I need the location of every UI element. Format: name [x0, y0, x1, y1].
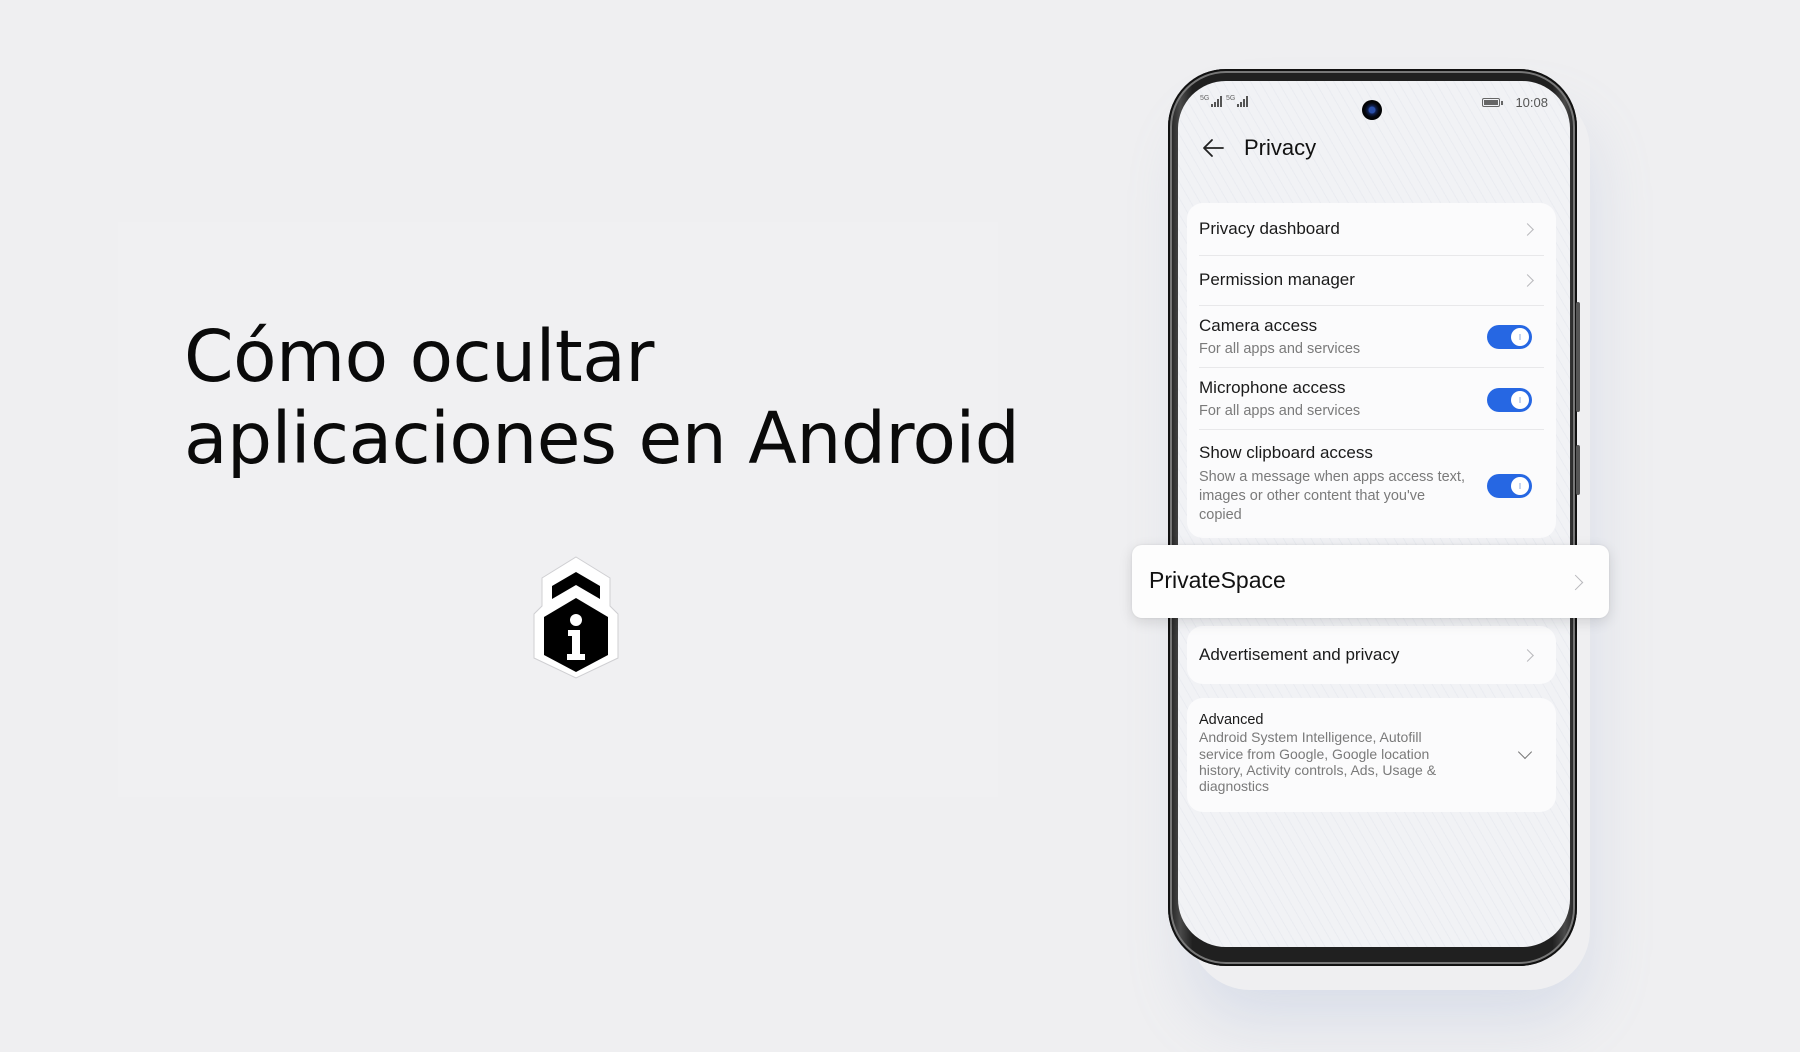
chevron-right-icon [1521, 223, 1534, 236]
item-subtitle: For all apps and services [1199, 341, 1361, 357]
settings-card: Privacy dashboard Permission manager Cam… [1187, 203, 1556, 538]
item-label: Microphone access [1199, 378, 1346, 397]
settings-item-advertisement[interactable]: Advertisement and privacy [1187, 626, 1556, 684]
power-button [1576, 445, 1580, 495]
chevron-right-icon [1567, 574, 1584, 591]
item-label: PrivateSpace [1149, 567, 1286, 593]
battery-icon [1482, 98, 1503, 107]
volume-button [1576, 302, 1580, 412]
item-description-line: Android System Intelligence, Autofill [1199, 729, 1422, 745]
settings-item-clipboard-access[interactable]: Show clipboard access Show a message whe… [1199, 429, 1544, 538]
item-label: Advanced [1199, 712, 1264, 728]
toggle-knob [1511, 477, 1529, 495]
chevron-down-icon [1517, 744, 1533, 760]
settings-item-camera-access[interactable]: Camera access For all apps and services [1199, 305, 1544, 367]
clipboard-access-toggle[interactable] [1487, 474, 1532, 498]
signal-icon: 5G [1226, 95, 1249, 107]
settings-item-permission-manager[interactable]: Permission manager [1199, 255, 1544, 305]
settings-item-privatespace[interactable]: PrivateSpace [1132, 545, 1609, 618]
item-description-line: diagnostics [1199, 778, 1270, 794]
toggle-knob [1511, 328, 1529, 346]
item-description-line: copied [1199, 507, 1242, 523]
microphone-access-toggle[interactable] [1487, 388, 1532, 412]
headline-line-2: aplicaciones en Android [184, 397, 1020, 480]
item-label: Advertisement and privacy [1199, 645, 1400, 664]
item-description-line: history, Activity controls, Ads, Usage & [1199, 762, 1437, 778]
page-title: Privacy [1244, 135, 1317, 160]
item-label: Privacy dashboard [1199, 219, 1340, 238]
camera-access-toggle[interactable] [1487, 325, 1532, 349]
item-subtitle: For all apps and services [1199, 403, 1361, 419]
settings-item-microphone-access[interactable]: Microphone access For all apps and servi… [1199, 367, 1544, 429]
chevron-right-icon [1521, 649, 1534, 662]
settings-item-privacy-dashboard[interactable]: Privacy dashboard [1199, 203, 1544, 255]
item-label: Permission manager [1199, 270, 1355, 289]
info-shield-lock-icon [533, 556, 619, 679]
app-header: Privacy [1202, 131, 1316, 165]
headline: Cómo ocultar aplicaciones en Android [184, 315, 1020, 480]
settings-item-advanced[interactable]: Advanced Android System Intelligence, Au… [1187, 698, 1556, 812]
toggle-knob [1511, 391, 1529, 409]
chevron-right-icon [1521, 274, 1534, 287]
arrow-left-icon[interactable] [1202, 138, 1224, 158]
item-description-line: Show a message when apps access text, [1199, 469, 1465, 485]
signal-icon: 5G [1200, 95, 1223, 107]
front-camera [1362, 100, 1382, 120]
item-label: Camera access [1199, 316, 1318, 335]
item-description-line: images or other content that you've [1199, 488, 1426, 504]
headline-line-1: Cómo ocultar [184, 315, 654, 398]
background-panel [118, 222, 998, 797]
item-description-line: service from Google, Google location [1199, 746, 1430, 762]
status-time: 10:08 [1515, 95, 1548, 110]
item-label: Show clipboard access [1199, 443, 1373, 462]
phone-screen: 5G 5G 10:08 Privacy Privacy dashboard Pe… [1178, 81, 1570, 947]
